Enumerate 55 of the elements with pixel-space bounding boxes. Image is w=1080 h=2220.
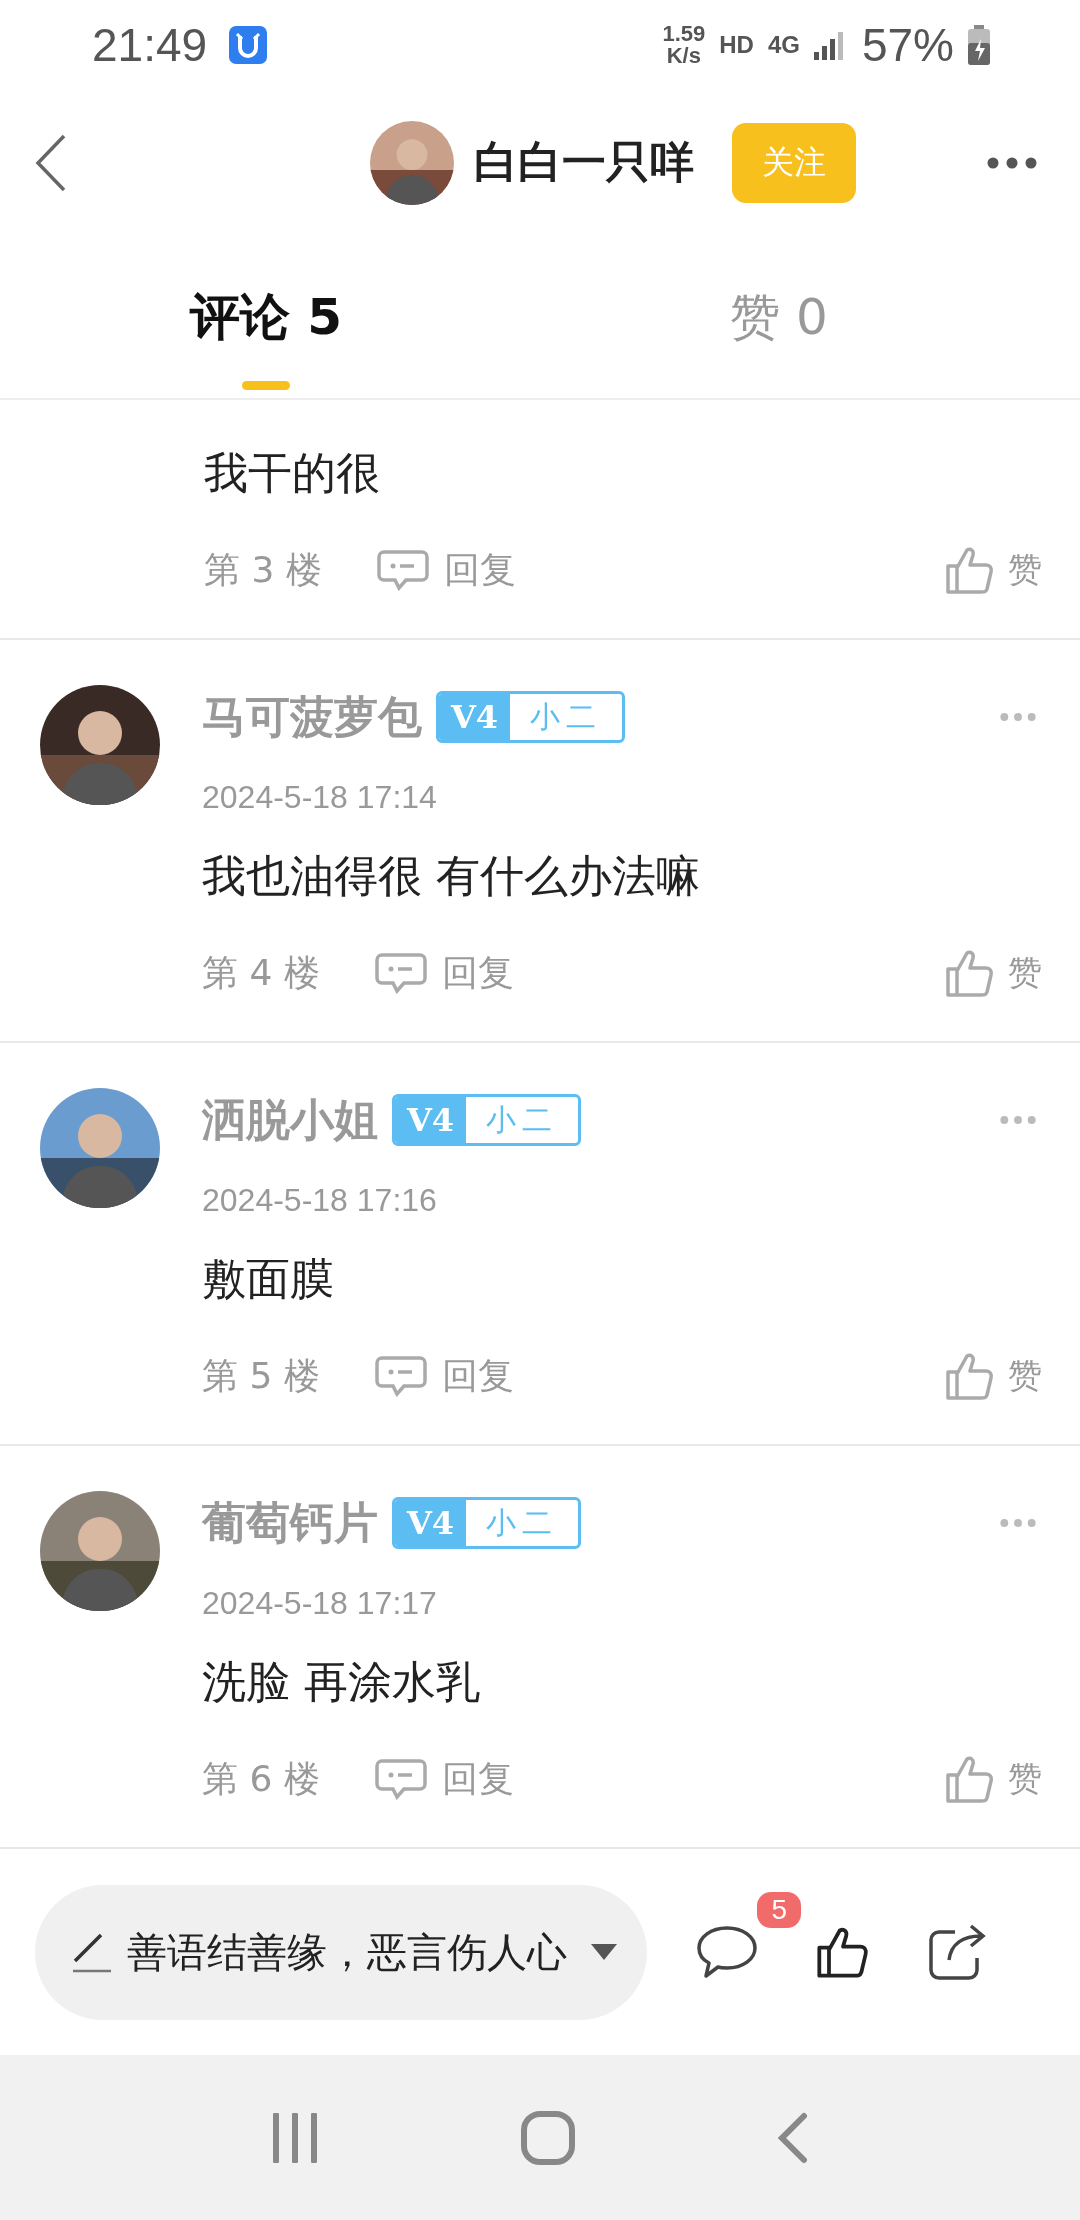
- reply-button[interactable]: 回复: [376, 545, 516, 595]
- level-title: 小二: [485, 1100, 560, 1139]
- net-speed-unit: K/s: [666, 45, 701, 67]
- recent-apps-icon[interactable]: [270, 2112, 320, 2163]
- level-rank: V4: [395, 1500, 467, 1546]
- follow-button[interactable]: 关注: [732, 122, 856, 203]
- floor-number: 第 3 楼: [204, 547, 323, 592]
- comment-icon: [374, 1355, 428, 1397]
- comment-icon: [374, 1758, 428, 1800]
- commenter-name: 葡萄钙片: [202, 1495, 378, 1550]
- battery-percent: 57%: [861, 18, 954, 72]
- back-icon[interactable]: [34, 132, 68, 193]
- comment-box[interactable]: 善语结善缘，恶言伤人心: [35, 1884, 647, 2020]
- net-speed: 1.59: [662, 23, 706, 45]
- comment-icon[interactable]: [695, 1924, 759, 1980]
- tab[interactable]: 赞 0: [730, 284, 828, 351]
- hd-label: HD: [719, 31, 754, 59]
- comment-icon: [376, 549, 430, 591]
- comment-date: 2024-5-18 17:14: [202, 778, 438, 817]
- input-field[interactable]: 善语结善缘，恶言伤人心: [125, 1928, 579, 1976]
- reply-button[interactable]: 回复: [374, 1754, 514, 1804]
- reply-button[interactable]: 回复: [374, 948, 514, 998]
- floor-number: 第 5 楼: [202, 1353, 321, 1398]
- comment-text: 我也油得很 有什么办法嘛: [202, 849, 701, 903]
- level-rank: V4: [395, 1097, 467, 1143]
- dropdown-caret-icon[interactable]: [591, 1944, 617, 1960]
- user-name: 白白一只咩: [474, 135, 694, 189]
- level-title: 小二: [529, 697, 604, 736]
- like-button[interactable]: 赞: [944, 1350, 1042, 1402]
- comment-text: 我干的很: [204, 446, 381, 500]
- comment-date: 2024-5-18 17:17: [202, 1584, 438, 1623]
- comment-text: 洗脸 再涂水乳: [202, 1655, 481, 1709]
- home-icon[interactable]: [520, 2109, 576, 2166]
- comment-date: 2024-5-18 17:16: [202, 1181, 438, 1220]
- like-button[interactable]: 赞: [944, 1753, 1042, 1805]
- tab-indicator: [242, 381, 290, 390]
- reply-button[interactable]: 回复: [374, 1351, 514, 1401]
- like-button[interactable]: 赞: [944, 947, 1042, 999]
- pencil-icon: [71, 1931, 113, 1973]
- level-rank: V4: [439, 694, 511, 740]
- level-title: 小二: [485, 1503, 560, 1542]
- commenter-name: 马可菠萝包: [202, 689, 422, 744]
- floor-number: 第 4 楼: [202, 950, 321, 995]
- comment-icon: [374, 952, 428, 994]
- commenter-name: 洒脱小姐: [202, 1092, 378, 1147]
- status-time: 21:49: [92, 18, 208, 72]
- comment-text: 敷面膜: [202, 1252, 335, 1306]
- network-label: 4G: [767, 31, 800, 59]
- app-notification-icon: [229, 26, 268, 64]
- comment-count-badge: 5: [757, 1892, 801, 1928]
- battery-icon: [968, 25, 990, 65]
- floor-number: 第 6 楼: [202, 1756, 321, 1801]
- back-icon[interactable]: [776, 2111, 810, 2164]
- like-button[interactable]: 赞: [944, 544, 1042, 596]
- tab[interactable]: 评论 5: [189, 284, 343, 351]
